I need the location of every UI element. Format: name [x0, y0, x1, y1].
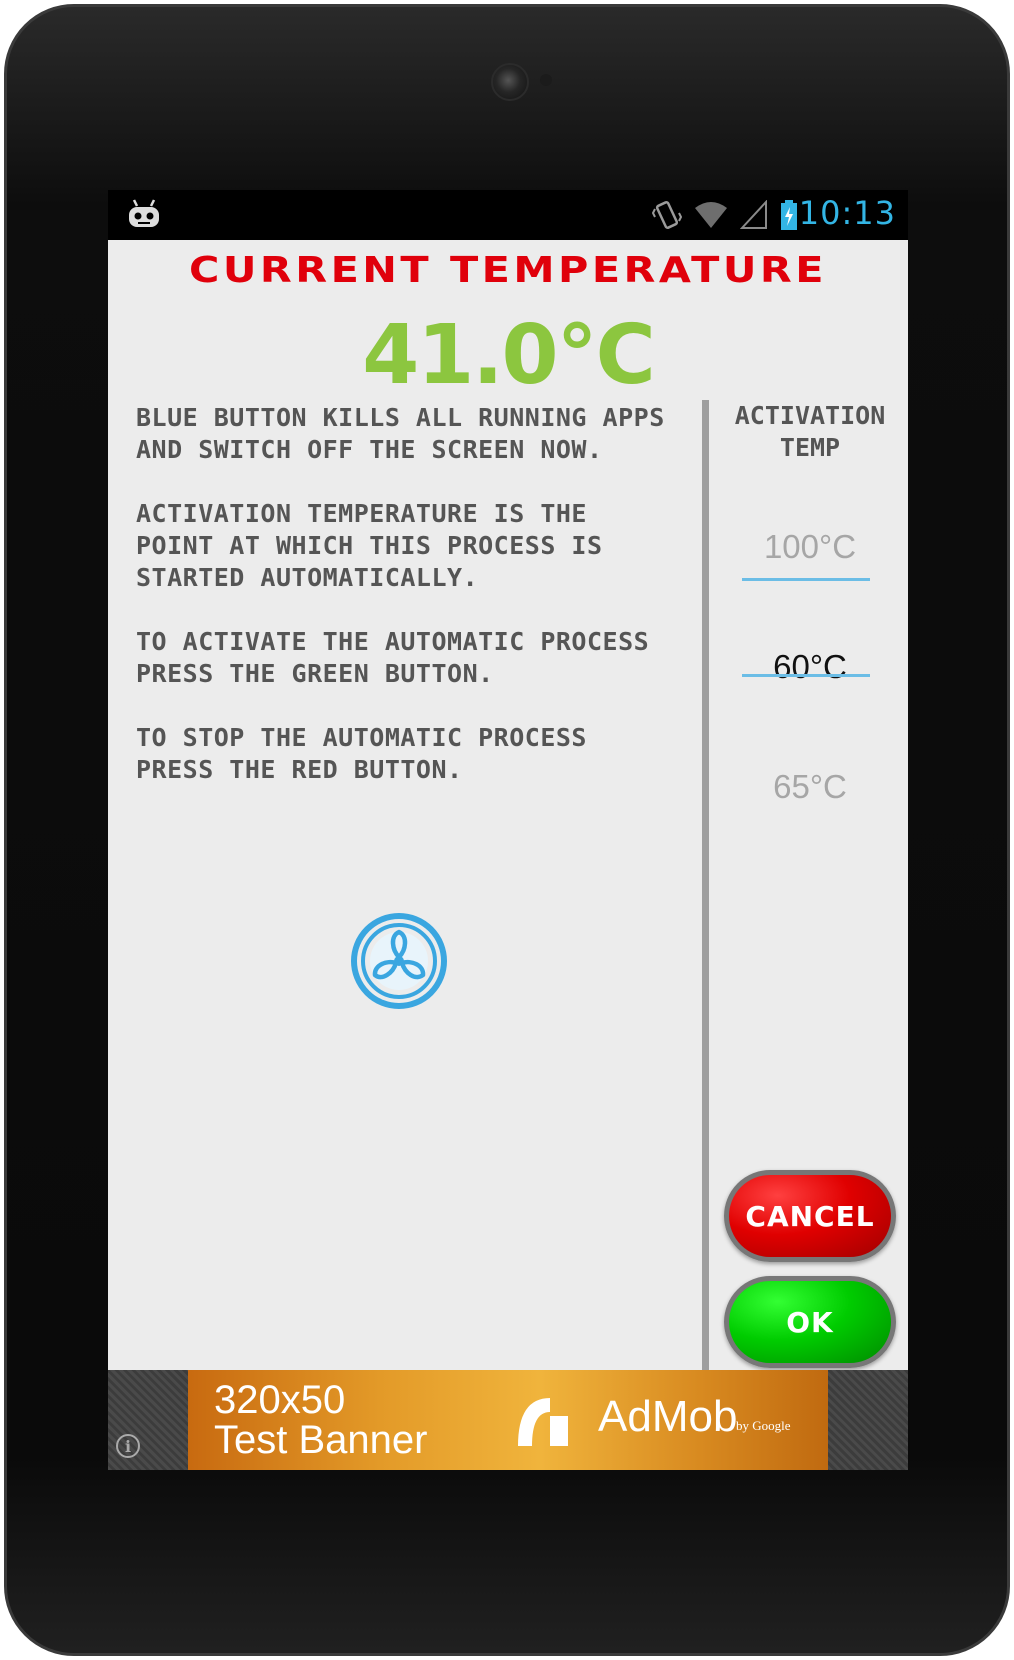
activation-temp-title: Activation temp — [734, 401, 886, 462]
cyanogen-mascot-icon — [129, 199, 159, 227]
ad-info-icon[interactable]: i — [116, 1434, 140, 1458]
vertical-divider — [702, 400, 709, 1400]
ad-brand-text: AdMob — [598, 1392, 738, 1441]
vibrate-icon — [652, 200, 682, 230]
admob-logo-icon — [518, 1398, 568, 1446]
picker-option-selected[interactable]: 60°C — [716, 648, 904, 686]
instruction-paragraph: Blue button kills all running apps and s… — [136, 403, 665, 464]
admob-test-banner[interactable]: 320x50 Test Banner AdMob by Google — [188, 1370, 828, 1470]
signal-icon — [740, 200, 767, 229]
battery-charging-icon — [781, 200, 797, 230]
picker-selection-bottom-line — [742, 674, 870, 677]
camera-sensor — [540, 74, 552, 86]
ad-bar: i 320x50 Test Banner AdMob by Google — [108, 1370, 908, 1470]
current-temperature-value: 41.0°C — [362, 308, 656, 403]
ad-by-google-text: by Google — [736, 1418, 791, 1433]
status-icons — [652, 198, 798, 232]
instruction-paragraph: Activation temperature is the point at w… — [136, 499, 603, 592]
picker-option-next[interactable]: 65°C — [716, 768, 904, 806]
front-camera — [491, 63, 529, 101]
instruction-paragraph: To activate the automatic process press … — [136, 627, 650, 688]
kill-apps-fan-button[interactable] — [350, 912, 448, 1010]
ad-size-text: 320x50 — [214, 1378, 346, 1422]
instructions-text: Blue button kills all running apps and s… — [136, 402, 666, 818]
tablet-device: 10:13 Current temperature 41.0°C Blue bu… — [0, 0, 1014, 1660]
app-screen: 10:13 Current temperature 41.0°C Blue bu… — [108, 190, 908, 1470]
ad-banner-text: Test Banner — [214, 1418, 428, 1462]
cancel-button[interactable]: CANCEL — [724, 1170, 896, 1262]
wifi-icon — [695, 202, 727, 228]
picker-option-previous[interactable]: 100°C — [716, 528, 904, 566]
current-temperature-title: Current temperature — [189, 250, 827, 291]
status-time: 10:13 — [798, 194, 896, 232]
instruction-paragraph: To stop the automatic process press the … — [136, 723, 587, 784]
picker-selection-top-line — [742, 578, 870, 581]
status-bar: 10:13 — [108, 190, 908, 240]
ok-button[interactable]: OK — [724, 1276, 896, 1368]
